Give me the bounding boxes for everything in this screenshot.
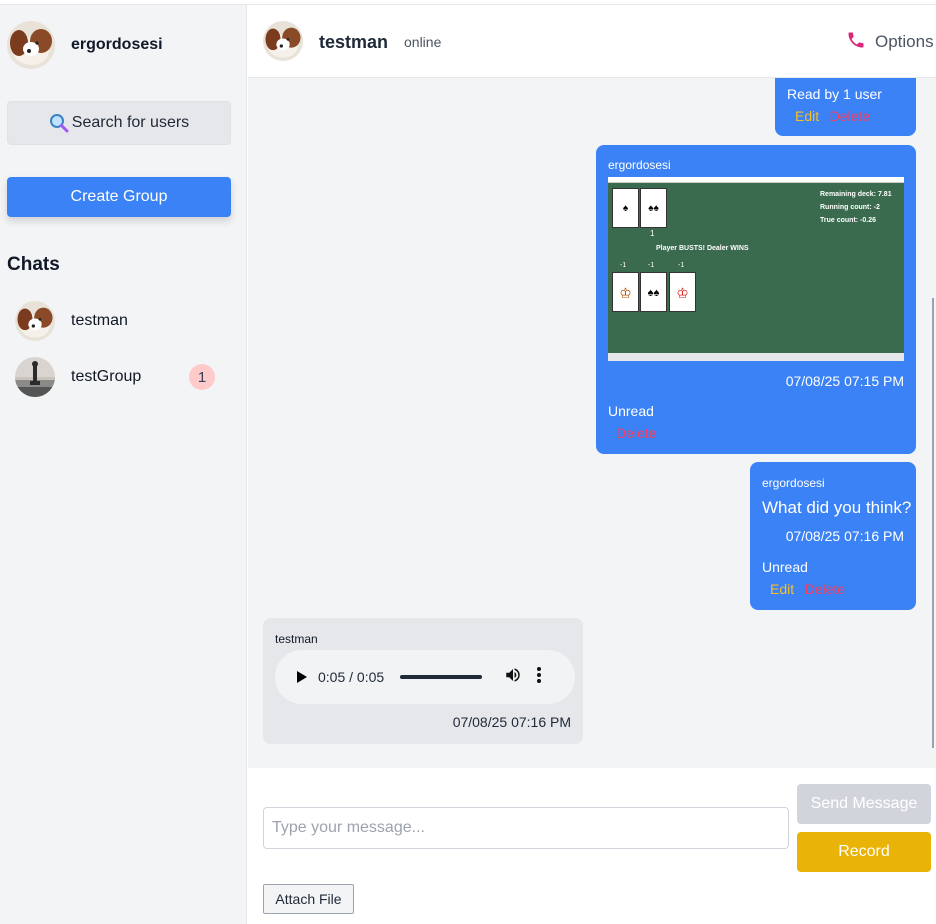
audio-player: 0:05 / 0:05 [275, 650, 575, 704]
sender-name: ergordosesi [608, 158, 671, 172]
delete-link[interactable]: Delete [805, 581, 845, 597]
chat-avatar-testgroup [15, 357, 55, 397]
game-result: Player BUSTS! Dealer WINS [656, 245, 749, 252]
current-user: ergordosesi [7, 21, 163, 69]
card-king: ♔ [669, 272, 696, 312]
audio-seek-bar[interactable] [400, 675, 483, 679]
blackjack-screenshot[interactable]: ♠ ♠♠ 1 Remaining deck: 7.81 Running coun… [608, 177, 904, 361]
search-users-label: Search for users [71, 114, 190, 131]
player-total: 1 [650, 229, 655, 238]
read-status: Unread [762, 559, 808, 575]
contact-avatar [263, 21, 303, 61]
message-time: 07/08/25 07:16 PM [785, 528, 904, 544]
card-spade: ♠♠ [640, 272, 667, 312]
unread-badge: 1 [189, 364, 215, 390]
message-bubble: ergordosesi What did you think? 07/08/25… [750, 462, 916, 610]
card-king: ♔ [612, 272, 639, 312]
read-status: Read by 1 user [787, 86, 882, 102]
play-icon[interactable] [297, 671, 307, 683]
read-status: Unread [608, 403, 654, 419]
scrollbar-thumb[interactable] [932, 298, 934, 748]
card-spade: ♠ [612, 188, 639, 228]
composer: Send Message Record Attach File [248, 768, 936, 924]
contact-status: online [404, 34, 442, 50]
scrollbar[interactable] [930, 78, 936, 768]
sender-name: ergordosesi [762, 476, 825, 490]
delete-link[interactable]: Delete [830, 108, 870, 124]
true-count: True count: -0.26 [820, 217, 877, 224]
message-input[interactable] [263, 807, 789, 849]
card-count-label: -1 [678, 262, 685, 269]
sender-name: testman [275, 632, 318, 646]
send-message-button[interactable]: Send Message [797, 784, 931, 824]
options-button[interactable]: Options [875, 32, 934, 52]
audio-time: 0:05 / 0:05 [318, 669, 385, 685]
chats-heading: Chats [7, 254, 60, 275]
chat-header: testman online Options [248, 5, 936, 78]
search-users-button[interactable]: Search for users [7, 101, 231, 145]
phone-icon[interactable] [846, 30, 866, 55]
user-name: ergordosesi [71, 36, 163, 53]
attach-file-button[interactable]: Attach File [263, 884, 354, 914]
chat-item-testman[interactable]: testman [7, 295, 231, 347]
message-list: Read by 1 user Edit Delete ergordosesi ♠… [248, 78, 930, 768]
message-time: 07/08/25 07:15 PM [785, 373, 904, 389]
remaining-deck: Remaining deck: 7.81 [820, 191, 892, 198]
chat-name: testGroup [71, 368, 142, 385]
user-avatar [7, 21, 55, 69]
message-bubble: Read by 1 user Edit Delete [775, 78, 916, 136]
record-button[interactable]: Record [797, 832, 931, 872]
card-spade: ♠♠ [640, 188, 667, 228]
chat-avatar-testman [15, 301, 55, 341]
sidebar: ergordosesi Search for users Create Grou… [0, 5, 247, 924]
contact-name: testman [319, 32, 389, 52]
volume-icon[interactable] [504, 666, 522, 689]
message-text: What did you think? [762, 498, 912, 517]
running-count: Running count: -2 [820, 204, 880, 211]
card-count-label: -1 [648, 262, 655, 269]
card-count-label: -1 [620, 262, 627, 269]
message-time: 07/08/25 07:16 PM [452, 714, 571, 730]
edit-link[interactable]: Edit [795, 108, 819, 124]
chat-name: testman [71, 312, 128, 329]
delete-link[interactable]: Delete [616, 425, 656, 441]
edit-link[interactable]: Edit [770, 581, 794, 597]
message-bubble: testman 0:05 / 0:05 07/08/25 07:16 PM [263, 618, 583, 744]
kebab-icon[interactable] [536, 666, 542, 689]
magnifier-icon [49, 113, 69, 133]
chat-item-testgroup[interactable]: testGroup 1 [7, 351, 231, 403]
create-group-button[interactable]: Create Group [7, 177, 231, 217]
message-bubble: ergordosesi ♠ ♠♠ 1 Remaining deck: 7.81 … [596, 145, 916, 454]
